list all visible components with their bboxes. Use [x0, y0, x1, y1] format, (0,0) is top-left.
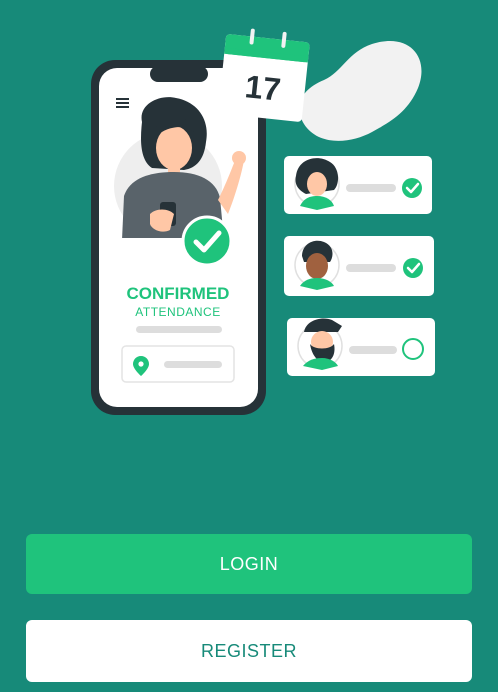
register-button-label: REGISTER	[200, 640, 297, 661]
check-circle-icon	[403, 258, 423, 278]
login-button[interactable]: LOGIN	[26, 534, 472, 594]
check-circle-icon	[181, 215, 233, 267]
hero-illustration: CONFIRMED ATTENDANCE 17	[91, 28, 435, 415]
calendar-icon: 17	[218, 28, 310, 122]
login-button-label: LOGIN	[219, 553, 279, 574]
status-subtitle: ATTENDANCE	[135, 305, 220, 319]
hamburger-menu-icon	[116, 98, 129, 108]
calendar-day: 17	[243, 68, 282, 108]
empty-circle-icon	[402, 338, 424, 360]
attendee-card	[287, 318, 435, 376]
register-button[interactable]: REGISTER	[26, 620, 472, 682]
check-circle-icon	[402, 178, 422, 198]
attendee-card	[284, 156, 432, 214]
decorative-blob	[299, 41, 422, 141]
attendee-card	[284, 236, 434, 296]
status-title: CONFIRMED	[127, 284, 230, 303]
